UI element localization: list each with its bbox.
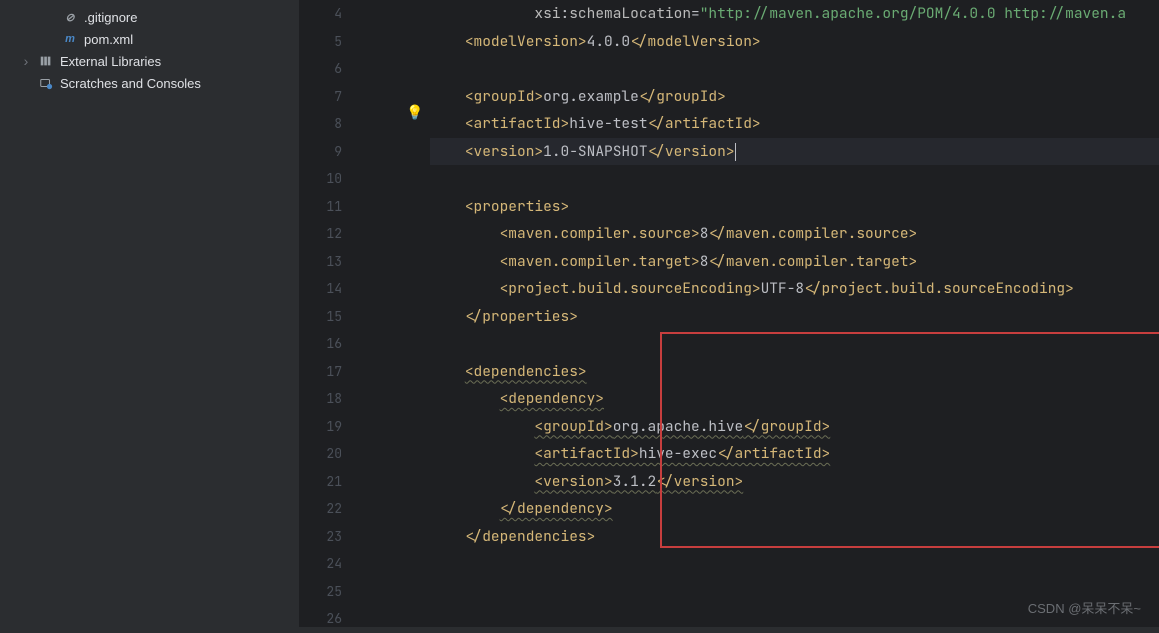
line-number: 20 — [300, 440, 342, 468]
line-number: 9 — [300, 138, 342, 166]
code-line[interactable]: <artifactId>hive-test</artifactId> — [430, 110, 1159, 138]
tree-label: pom.xml — [84, 32, 133, 47]
code-line[interactable]: xsi:schemaLocation="http://maven.apache.… — [430, 0, 1159, 28]
code-line[interactable] — [430, 550, 1159, 578]
code-line[interactable]: </properties> — [430, 303, 1159, 331]
code-line[interactable]: </dependency> — [430, 495, 1159, 523]
intention-bulb-icon[interactable]: 💡 — [406, 104, 423, 121]
watermark-text: CSDN @呆呆不呆~ — [1028, 598, 1141, 617]
code-line[interactable]: <maven.compiler.source>8</maven.compiler… — [430, 220, 1159, 248]
line-number: 12 — [300, 220, 342, 248]
chevron-right-icon: › — [20, 53, 32, 69]
line-number: 8 — [300, 110, 342, 138]
line-number: 16 — [300, 330, 342, 358]
line-number: 21 — [300, 468, 342, 496]
code-line[interactable]: <version>3.1.2</version> — [430, 468, 1159, 496]
tree-label: Scratches and Consoles — [60, 76, 201, 91]
tree-item-gitignore[interactable]: ⊘ .gitignore — [0, 6, 299, 28]
tree-label: External Libraries — [60, 54, 161, 69]
line-number: 6 — [300, 55, 342, 83]
line-number: 26 — [300, 605, 342, 633]
line-gutter: 4567891011121314151617181920212223242526 — [300, 0, 360, 627]
line-number: 5 — [300, 28, 342, 56]
code-line[interactable]: <groupId>org.apache.hive</groupId> — [430, 413, 1159, 441]
line-number: 25 — [300, 578, 342, 606]
line-number: 23 — [300, 523, 342, 551]
code-line[interactable]: </dependencies> — [430, 523, 1159, 551]
tree-item-scratches[interactable]: Scratches and Consoles — [0, 72, 299, 94]
code-line[interactable]: <maven.compiler.target>8</maven.compiler… — [430, 248, 1159, 276]
code-editor[interactable]: 4567891011121314151617181920212223242526… — [300, 0, 1159, 627]
text-caret — [735, 143, 736, 161]
tree-item-external-libraries[interactable]: › External Libraries — [0, 50, 299, 72]
gitignore-icon: ⊘ — [62, 9, 78, 25]
library-icon — [38, 53, 54, 69]
line-number: 24 — [300, 550, 342, 578]
line-number: 14 — [300, 275, 342, 303]
code-line[interactable]: <project.build.sourceEncoding>UTF-8</pro… — [430, 275, 1159, 303]
scratch-icon — [38, 75, 54, 91]
tree-label: .gitignore — [84, 10, 137, 25]
line-number: 10 — [300, 165, 342, 193]
line-number: 19 — [300, 413, 342, 441]
line-number: 13 — [300, 248, 342, 276]
code-line[interactable]: <version>1.0-SNAPSHOT</version> — [430, 138, 1159, 166]
line-number: 22 — [300, 495, 342, 523]
code-content[interactable]: xsi:schemaLocation="http://maven.apache.… — [360, 0, 1159, 627]
code-line[interactable]: <groupId>org.example</groupId> — [430, 83, 1159, 111]
maven-file-icon: m — [62, 31, 78, 47]
line-number: 18 — [300, 385, 342, 413]
line-number: 4 — [300, 0, 342, 28]
line-number: 15 — [300, 303, 342, 331]
line-number: 11 — [300, 193, 342, 221]
code-line[interactable]: <modelVersion>4.0.0</modelVersion> — [430, 28, 1159, 56]
code-line[interactable]: <dependencies> — [430, 358, 1159, 386]
project-sidebar[interactable]: ⊘ .gitignore m pom.xml › External Librar… — [0, 0, 300, 627]
line-number: 17 — [300, 358, 342, 386]
code-line[interactable]: <artifactId>hive-exec</artifactId> — [430, 440, 1159, 468]
line-number: 7 — [300, 83, 342, 111]
code-line[interactable] — [430, 55, 1159, 83]
code-line[interactable] — [430, 330, 1159, 358]
code-line[interactable]: <dependency> — [430, 385, 1159, 413]
code-line[interactable]: <properties> — [430, 193, 1159, 221]
code-line[interactable] — [430, 165, 1159, 193]
tree-item-pom[interactable]: m pom.xml — [0, 28, 299, 50]
